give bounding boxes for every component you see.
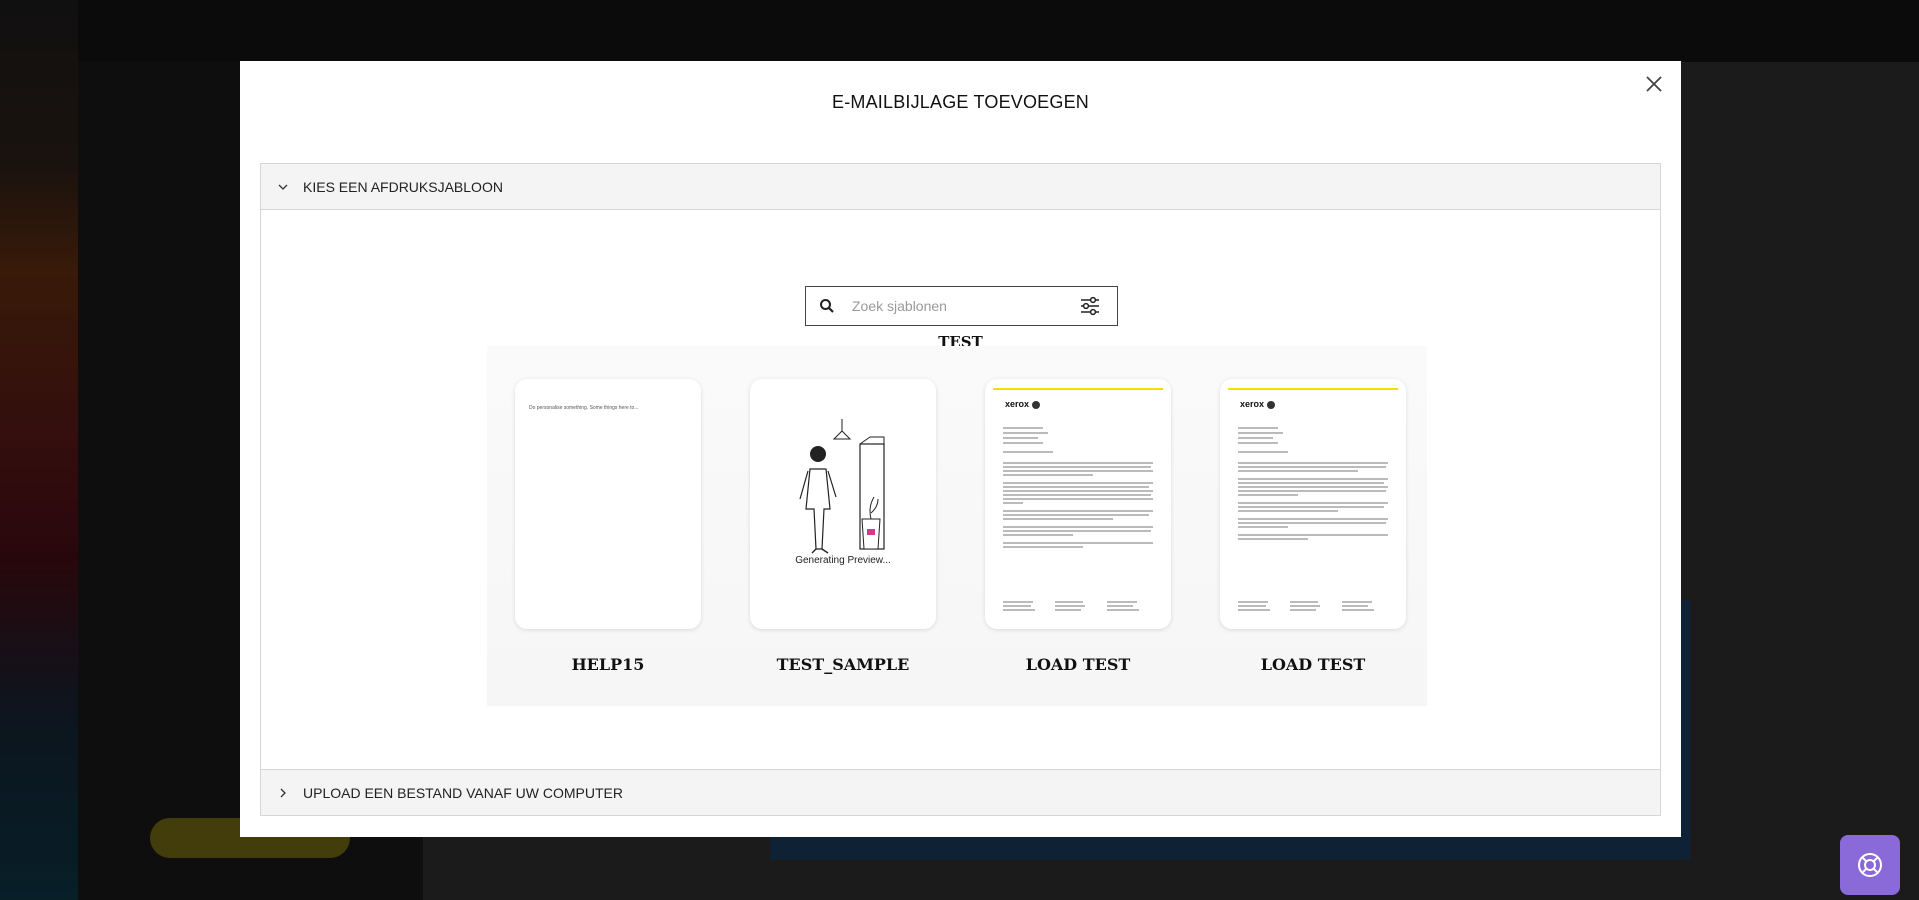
- template-card-load-test-1[interactable]: xerox LOAD TEST: [985, 379, 1171, 674]
- upload-section-header[interactable]: UPLOAD EEN BESTAND VANAF UW COMPUTER: [261, 770, 1660, 815]
- close-icon[interactable]: [1641, 71, 1667, 97]
- letterhead-bar: [1228, 388, 1398, 390]
- chevron-right-icon: [280, 788, 286, 797]
- preview-text: Do personalise something. Some things he…: [529, 405, 639, 411]
- template-thumbnail: xerox: [1220, 379, 1406, 629]
- template-card-help15[interactable]: Do personalise something. Some things he…: [515, 379, 701, 674]
- template-section: KIES EEN AFDRUKSJABLOON TEST Do personal…: [260, 163, 1661, 778]
- template-name: LOAD TEST: [1025, 655, 1131, 674]
- template-name: LOAD TEST: [1260, 655, 1366, 674]
- search-input[interactable]: [852, 298, 1079, 314]
- template-card-load-test-2[interactable]: xerox LOAD TEST: [1220, 379, 1406, 674]
- filter-sliders-icon[interactable]: [1079, 295, 1101, 317]
- xerox-sphere-icon: [1267, 400, 1276, 409]
- upload-section: UPLOAD EEN BESTAND VANAF UW COMPUTER: [260, 769, 1661, 816]
- chevron-down-icon: [278, 184, 288, 190]
- template-section-label: KIES EEN AFDRUKSJABLOON: [303, 178, 503, 195]
- upload-section-label: UPLOAD EEN BESTAND VANAF UW COMPUTER: [303, 784, 623, 801]
- generating-preview-illustration: [799, 419, 885, 554]
- template-name: HELP15: [571, 655, 645, 674]
- template-card-test-sample[interactable]: Generating Preview... TEST_SAMPLE: [750, 379, 936, 674]
- template-section-header[interactable]: KIES EEN AFDRUKSJABLOON: [261, 164, 1660, 210]
- generating-preview-text: Generating Preview...: [795, 555, 891, 566]
- add-email-attachment-modal: E-MAILBIJLAGE TOEVOEGEN KIES EEN AFDRUKS…: [240, 61, 1681, 837]
- template-search: [805, 286, 1118, 326]
- xerox-logo-text: xerox: [1005, 399, 1030, 409]
- template-thumbnail: Generating Preview...: [750, 379, 936, 629]
- template-name: TEST_SAMPLE: [776, 655, 910, 674]
- search-icon: [820, 299, 834, 313]
- lifebuoy-icon: [1858, 853, 1882, 877]
- template-thumbnail: xerox: [985, 379, 1171, 629]
- xerox-logo: xerox: [1240, 399, 1276, 409]
- help-button[interactable]: [1840, 835, 1900, 895]
- template-grid: Do personalise something. Some things he…: [487, 346, 1427, 706]
- xerox-logo-text: xerox: [1240, 399, 1265, 409]
- letterhead-bar: [993, 388, 1163, 390]
- modal-title: E-MAILBIJLAGE TOEVOEGEN: [831, 92, 1089, 112]
- xerox-sphere-icon: [1032, 400, 1041, 409]
- xerox-logo: xerox: [1005, 399, 1041, 409]
- template-thumbnail: Do personalise something. Some things he…: [515, 379, 701, 629]
